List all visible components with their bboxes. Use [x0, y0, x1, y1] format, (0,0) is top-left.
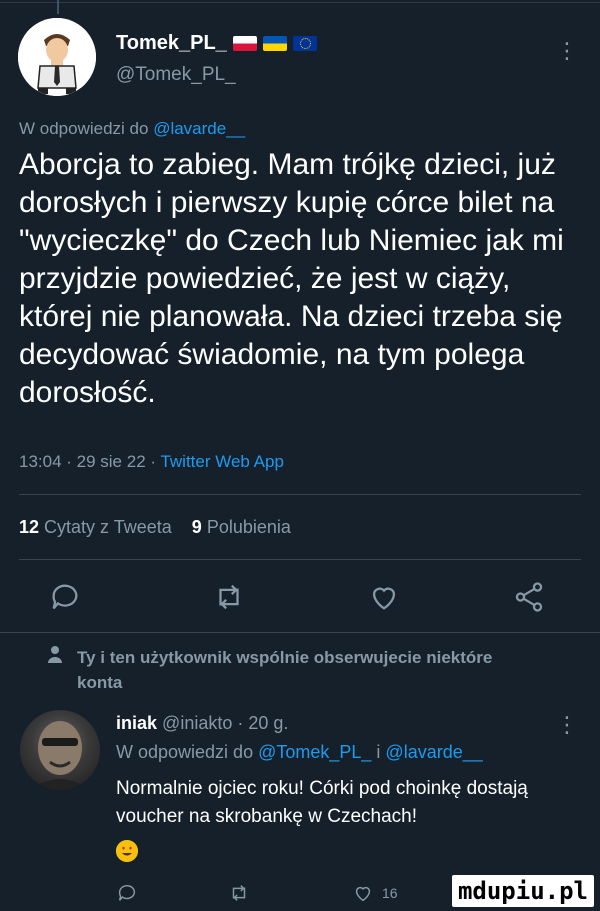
likes-stat[interactable]: 9 Polubienia — [192, 517, 291, 537]
reply-more-options-icon[interactable]: ⋮ — [556, 712, 578, 738]
quote-count: 12 — [19, 517, 40, 537]
reply-like-button[interactable]: 16 — [352, 882, 398, 904]
reply-icon[interactable] — [48, 580, 88, 620]
more-options-icon[interactable]: ⋮ — [556, 38, 578, 64]
reply-handle[interactable]: @iniakto — [162, 713, 232, 733]
tweet-stats: 12 Cytaty z Tweeta 9 Polubienia — [19, 517, 291, 538]
reply-mention-joiner: i — [371, 742, 386, 762]
reply-author-avatar[interactable] — [20, 710, 100, 790]
reply-retweet-button[interactable] — [228, 882, 250, 904]
like-count: 9 — [191, 517, 202, 537]
social-context: Ty i ten użytkownik wspólnie obserwujeci… — [47, 645, 497, 695]
reply-mention-2-link[interactable]: @lavarde__ — [385, 742, 482, 762]
watermark-logo: mdupiu.pl — [451, 875, 594, 907]
retweet-icon — [232, 885, 246, 901]
author-display-name[interactable]: Tomek_PL_ — [116, 32, 227, 55]
tweet-text: Aborcja to zabieg. Mam trójkę dzieci, ju… — [19, 148, 564, 409]
reply-text: Normalnie ojciec roku! Córki pod choinkę… — [116, 778, 528, 827]
reply-header: iniak @iniakto · 20 g. — [116, 713, 288, 734]
divider — [0, 632, 600, 633]
replying-prefix: W odpowiedzi do — [19, 119, 154, 138]
retweet-icon[interactable] — [212, 580, 252, 620]
author-handle[interactable]: @Tomek_PL_ — [116, 64, 236, 86]
replying-to: W odpowiedzi do @lavarde__ — [19, 119, 245, 139]
reply-replying-prefix: W odpowiedzi do — [116, 742, 259, 762]
reply-action-bar: 16 — [116, 882, 446, 908]
tweet-timestamp[interactable]: 13:04 · 29 sie 22 · — [19, 452, 160, 471]
replying-mention-link[interactable]: @lavarde__ — [153, 119, 245, 138]
thread-line — [57, 0, 59, 14]
quote-label: Cytaty z Tweeta — [44, 517, 172, 537]
social-context-text: Ty i ten użytkownik wspólnie obserwujeci… — [77, 648, 493, 692]
tweet-action-bar — [0, 580, 600, 620]
share-icon[interactable] — [512, 580, 552, 620]
top-divider — [0, 2, 600, 3]
reply-reply-button[interactable] — [116, 882, 138, 904]
reply-replying-to: W odpowiedzi do @Tomek_PL_ i @lavarde__ — [116, 742, 483, 763]
person-icon — [47, 645, 63, 695]
quote-tweets-stat[interactable]: 12 Cytaty z Tweeta — [19, 517, 172, 537]
ua-flag-icon — [262, 36, 287, 51]
author-name-row: Tomek_PL_ — [116, 32, 317, 55]
reply-display-name[interactable]: iniak — [116, 713, 157, 733]
avatar-illustration — [18, 18, 96, 96]
reply-mention-1-link[interactable]: @Tomek_PL_ — [258, 742, 371, 762]
divider — [19, 559, 581, 560]
heart-eyes-emoji-icon — [116, 840, 138, 862]
tweet-source-link[interactable]: Twitter Web App — [160, 452, 283, 471]
author-avatar[interactable] — [18, 18, 96, 96]
like-heart-icon[interactable] — [367, 580, 407, 620]
reply-age[interactable]: · 20 g. — [237, 713, 288, 733]
avatar-photo — [30, 721, 90, 790]
reply-icon — [118, 884, 135, 901]
reply-like-count: 16 — [382, 885, 398, 901]
like-label: Polubienia — [206, 517, 291, 537]
pl-flag-icon — [232, 36, 257, 51]
like-heart-icon — [355, 886, 371, 902]
tweet-meta: 13:04 · 29 sie 22 · Twitter Web App — [19, 452, 284, 472]
divider — [19, 494, 581, 495]
eu-flag-icon — [292, 36, 317, 51]
